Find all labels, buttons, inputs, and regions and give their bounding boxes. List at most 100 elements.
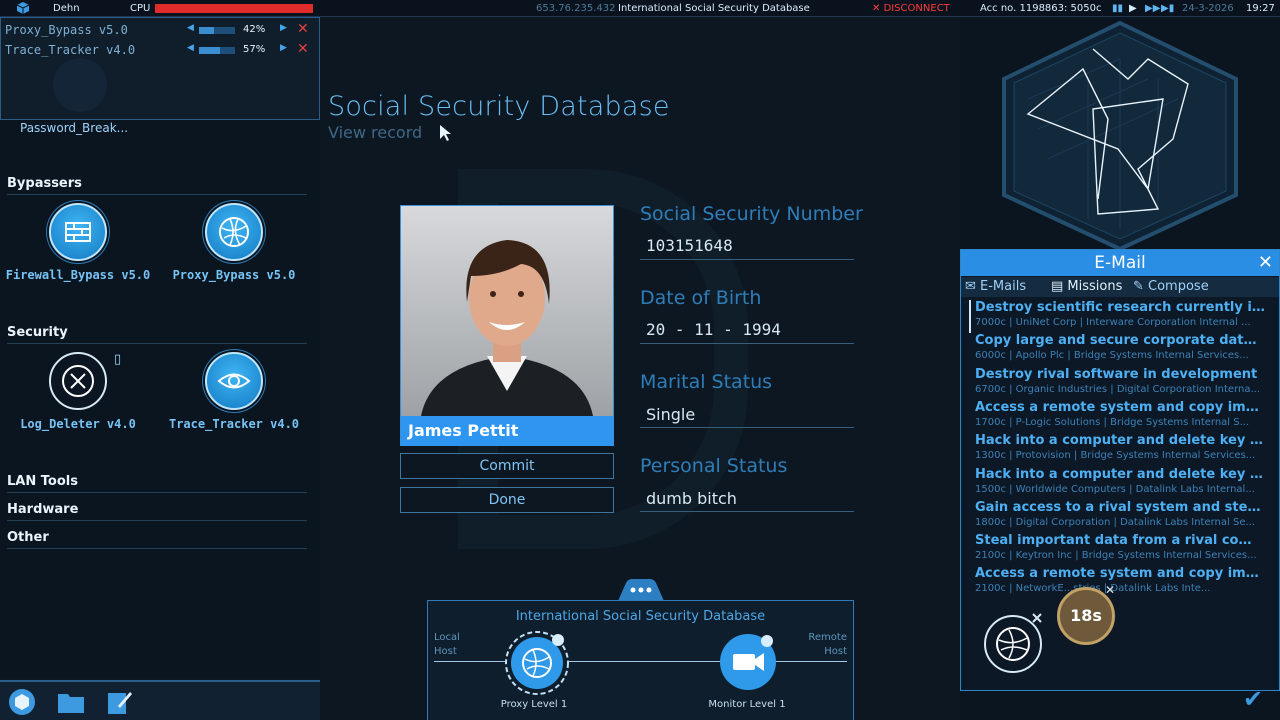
- mission-title: Access a remote system and copy import..…: [975, 399, 1265, 415]
- eye-icon: [205, 352, 263, 410]
- proxy-node[interactable]: [503, 629, 569, 695]
- mission-item[interactable]: Access a remote system and copy import..…: [969, 566, 1269, 599]
- mission-details: 1300c | Protovision | Bridge Systems Int…: [975, 450, 1256, 462]
- increase-arrow-icon[interactable]: ▶: [280, 43, 287, 53]
- mission-title: Gain access to a rival system and steal …: [975, 499, 1265, 515]
- proxy-bypass-tool[interactable]: Proxy_Bypass v5.0: [159, 203, 309, 282]
- tab-emails-label: E-Mails: [980, 279, 1027, 294]
- date: 24-3-2026: [1182, 3, 1234, 14]
- mission-item[interactable]: Destroy rival software in development 670…: [969, 367, 1269, 400]
- checkmark-icon[interactable]: ✔: [1243, 685, 1263, 713]
- section-bypassers[interactable]: Bypassers: [7, 176, 82, 191]
- mission-details: 6000c | Apollo Plc | Bridge Systems Inte…: [975, 350, 1249, 362]
- dragged-proxy-tool[interactable]: [983, 610, 1047, 678]
- right-panel: E-Mail ✕ ✉ E-Mails ▤ Missions ✎ Compose …: [960, 17, 1280, 720]
- ssn-field[interactable]: 103151648: [646, 236, 733, 255]
- play-icon[interactable]: ▶: [1129, 0, 1137, 17]
- folder-icon[interactable]: [56, 688, 86, 716]
- tab-emails[interactable]: ✉ E-Mails: [965, 279, 1026, 294]
- firewall-bypass-tool[interactable]: Firewall_Bypass v5.0: [3, 203, 153, 282]
- page-subtitle: View record: [328, 123, 423, 142]
- section-hardware[interactable]: Hardware: [7, 502, 78, 517]
- marital-status-field[interactable]: Single: [646, 405, 695, 424]
- trace-tracker-tool[interactable]: Trace_Tracker v4.0: [159, 352, 309, 431]
- mission-item[interactable]: Gain access to a rival system and steal …: [969, 500, 1269, 533]
- skip-icon[interactable]: ▶▮: [1161, 0, 1174, 17]
- divider: [640, 343, 854, 344]
- password-breaker-tool[interactable]: Password_Break...: [20, 121, 128, 135]
- gateway-icon[interactable]: [7, 688, 37, 716]
- done-button[interactable]: Done: [400, 487, 614, 513]
- monitor-node-label: Monitor Level 1: [708, 699, 786, 710]
- running-tool-name: Proxy_Bypass v5.0: [5, 23, 128, 37]
- progress-bar: [199, 27, 235, 34]
- running-tool-row: Trace_Tracker v4.0 ◀ 57% ▶ ✕: [5, 41, 315, 59]
- username: Dehn: [53, 3, 80, 14]
- mission-item[interactable]: Steal important data from a rival compan…: [969, 533, 1269, 566]
- network-toggle-tab[interactable]: [618, 579, 664, 601]
- tool-label: Log_Deleter v4.0: [20, 417, 136, 431]
- mission-list: Destroy scientific research currently in…: [969, 300, 1275, 600]
- mission-details: 1800c | Digital Corporation | Datalink L…: [975, 516, 1256, 528]
- mission-title: Destroy scientific research currently in…: [975, 300, 1265, 315]
- mission-details: 1500c | Worldwide Computers | Datalink L…: [975, 483, 1255, 495]
- section-security[interactable]: Security: [7, 325, 68, 340]
- running-tool-name: Trace_Tracker v4.0: [5, 43, 136, 57]
- close-icon[interactable]: ✕: [1105, 583, 1115, 597]
- section-lan-tools[interactable]: LAN Tools: [7, 474, 78, 489]
- mission-item[interactable]: Copy large and secure corporate database…: [969, 333, 1269, 366]
- tool-label: Firewall_Bypass v5.0: [5, 268, 151, 282]
- fast-forward-icon[interactable]: ▶▶: [1145, 0, 1160, 17]
- ssn-label: Social Security Number: [640, 203, 863, 225]
- person-name: James Pettit: [401, 416, 613, 446]
- notes-icon[interactable]: [104, 688, 134, 716]
- tab-missions[interactable]: ▤ Missions: [1051, 279, 1122, 294]
- commit-button[interactable]: Commit: [400, 453, 614, 479]
- increase-arrow-icon[interactable]: ▶: [280, 23, 287, 33]
- delete-log-icon: [49, 352, 107, 410]
- close-icon[interactable]: ✕: [1258, 252, 1273, 273]
- account-balance: Acc no. 1198863: 5050c: [980, 3, 1102, 14]
- tab-compose[interactable]: ✎ Compose: [1133, 279, 1209, 294]
- remote-host-label: Remote Host: [808, 631, 847, 659]
- divider: [640, 511, 854, 512]
- close-icon[interactable]: ✕: [297, 21, 309, 37]
- decrease-arrow-icon[interactable]: ◀: [187, 23, 194, 33]
- page-title: Social Security Database: [328, 91, 670, 122]
- remote-host-word: Host: [824, 646, 847, 657]
- dob-field[interactable]: 20 - 11 - 1994: [646, 320, 781, 339]
- lock-icon: [53, 58, 107, 112]
- divider: [640, 259, 854, 260]
- left-panel: Proxy_Bypass v5.0 ◀ 42% ▶ ✕ Trace_Tracke…: [0, 17, 320, 677]
- mission-details: 2100c | Keytron Inc | Bridge Systems Int…: [975, 550, 1257, 562]
- disconnect-button[interactable]: ✕ DISCONNECT: [872, 0, 950, 17]
- progress-percent: 42%: [243, 24, 266, 35]
- mission-details: 6700c | Organic Industries | Digital Cor…: [975, 383, 1260, 395]
- connected-ip: 653.76.235.432: [536, 3, 616, 14]
- network-title: International Social Security Database: [515, 609, 766, 624]
- monitor-node[interactable]: [717, 631, 779, 693]
- tool-label: Trace_Tracker v4.0: [168, 417, 300, 431]
- divider: [7, 194, 307, 195]
- mission-item[interactable]: Access a remote system and copy import..…: [969, 400, 1269, 433]
- tab-missions-label: Missions: [1067, 279, 1123, 294]
- section-other[interactable]: Other: [7, 530, 49, 545]
- trace-map: [998, 19, 1242, 255]
- tab-compose-label: Compose: [1148, 279, 1209, 294]
- personal-status-field[interactable]: dumb bitch: [646, 489, 737, 508]
- close-icon[interactable]: ✕: [297, 41, 309, 57]
- mission-item[interactable]: Hack into a computer and delete key file…: [969, 467, 1269, 500]
- selection-indicator: [969, 300, 971, 333]
- local-host-label: Local Host: [434, 631, 460, 659]
- connection-line: [434, 661, 847, 662]
- mouse-icon: ▯: [114, 352, 122, 367]
- mission-item[interactable]: Destroy scientific research currently in…: [969, 300, 1269, 333]
- divider: [7, 520, 307, 521]
- divider: [640, 427, 854, 428]
- decrease-arrow-icon[interactable]: ◀: [187, 43, 194, 53]
- local-host-word: Host: [434, 646, 457, 657]
- email-tabs: ✉ E-Mails ▤ Missions ✎ Compose: [961, 277, 1279, 297]
- mission-item[interactable]: Hack into a computer and delete key file…: [969, 433, 1269, 466]
- pause-icon[interactable]: ▮▮: [1112, 0, 1123, 17]
- log-deleter-tool[interactable]: Log_Deleter v4.0: [3, 352, 153, 431]
